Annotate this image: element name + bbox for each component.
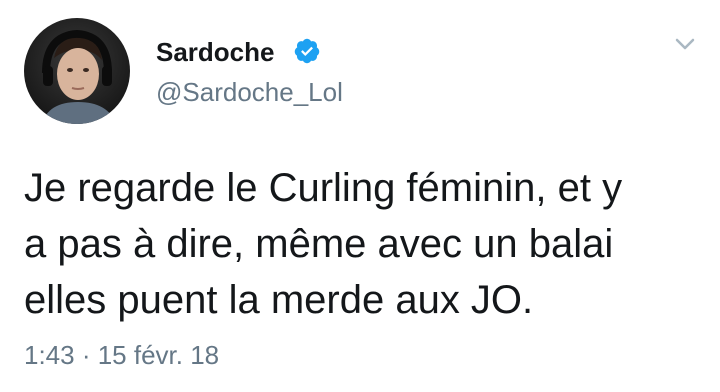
avatar[interactable] (24, 18, 130, 124)
author-handle[interactable]: @Sardoche_Lol (156, 77, 343, 107)
tweet-card: Sardoche @Sardoche_Lol Je regarde le Cur… (0, 0, 720, 392)
verified-badge-icon (293, 37, 321, 65)
author-display-name[interactable]: Sardoche (156, 37, 275, 67)
tweet-timestamp[interactable]: 1:43 · 15 févr. 18 (24, 340, 219, 370)
avatar-image (24, 18, 130, 124)
chevron-down-icon[interactable] (674, 36, 696, 52)
tweet-text-line: a pas à dire, même avec un balai (24, 222, 614, 266)
tweet-text-line: Je regarde le Curling féminin, et y (24, 166, 623, 210)
tweet-text-line: elles puent la merde aux JO. (24, 278, 534, 322)
tweet-text: Je regarde le Curling féminin, et y a pa… (24, 160, 696, 328)
